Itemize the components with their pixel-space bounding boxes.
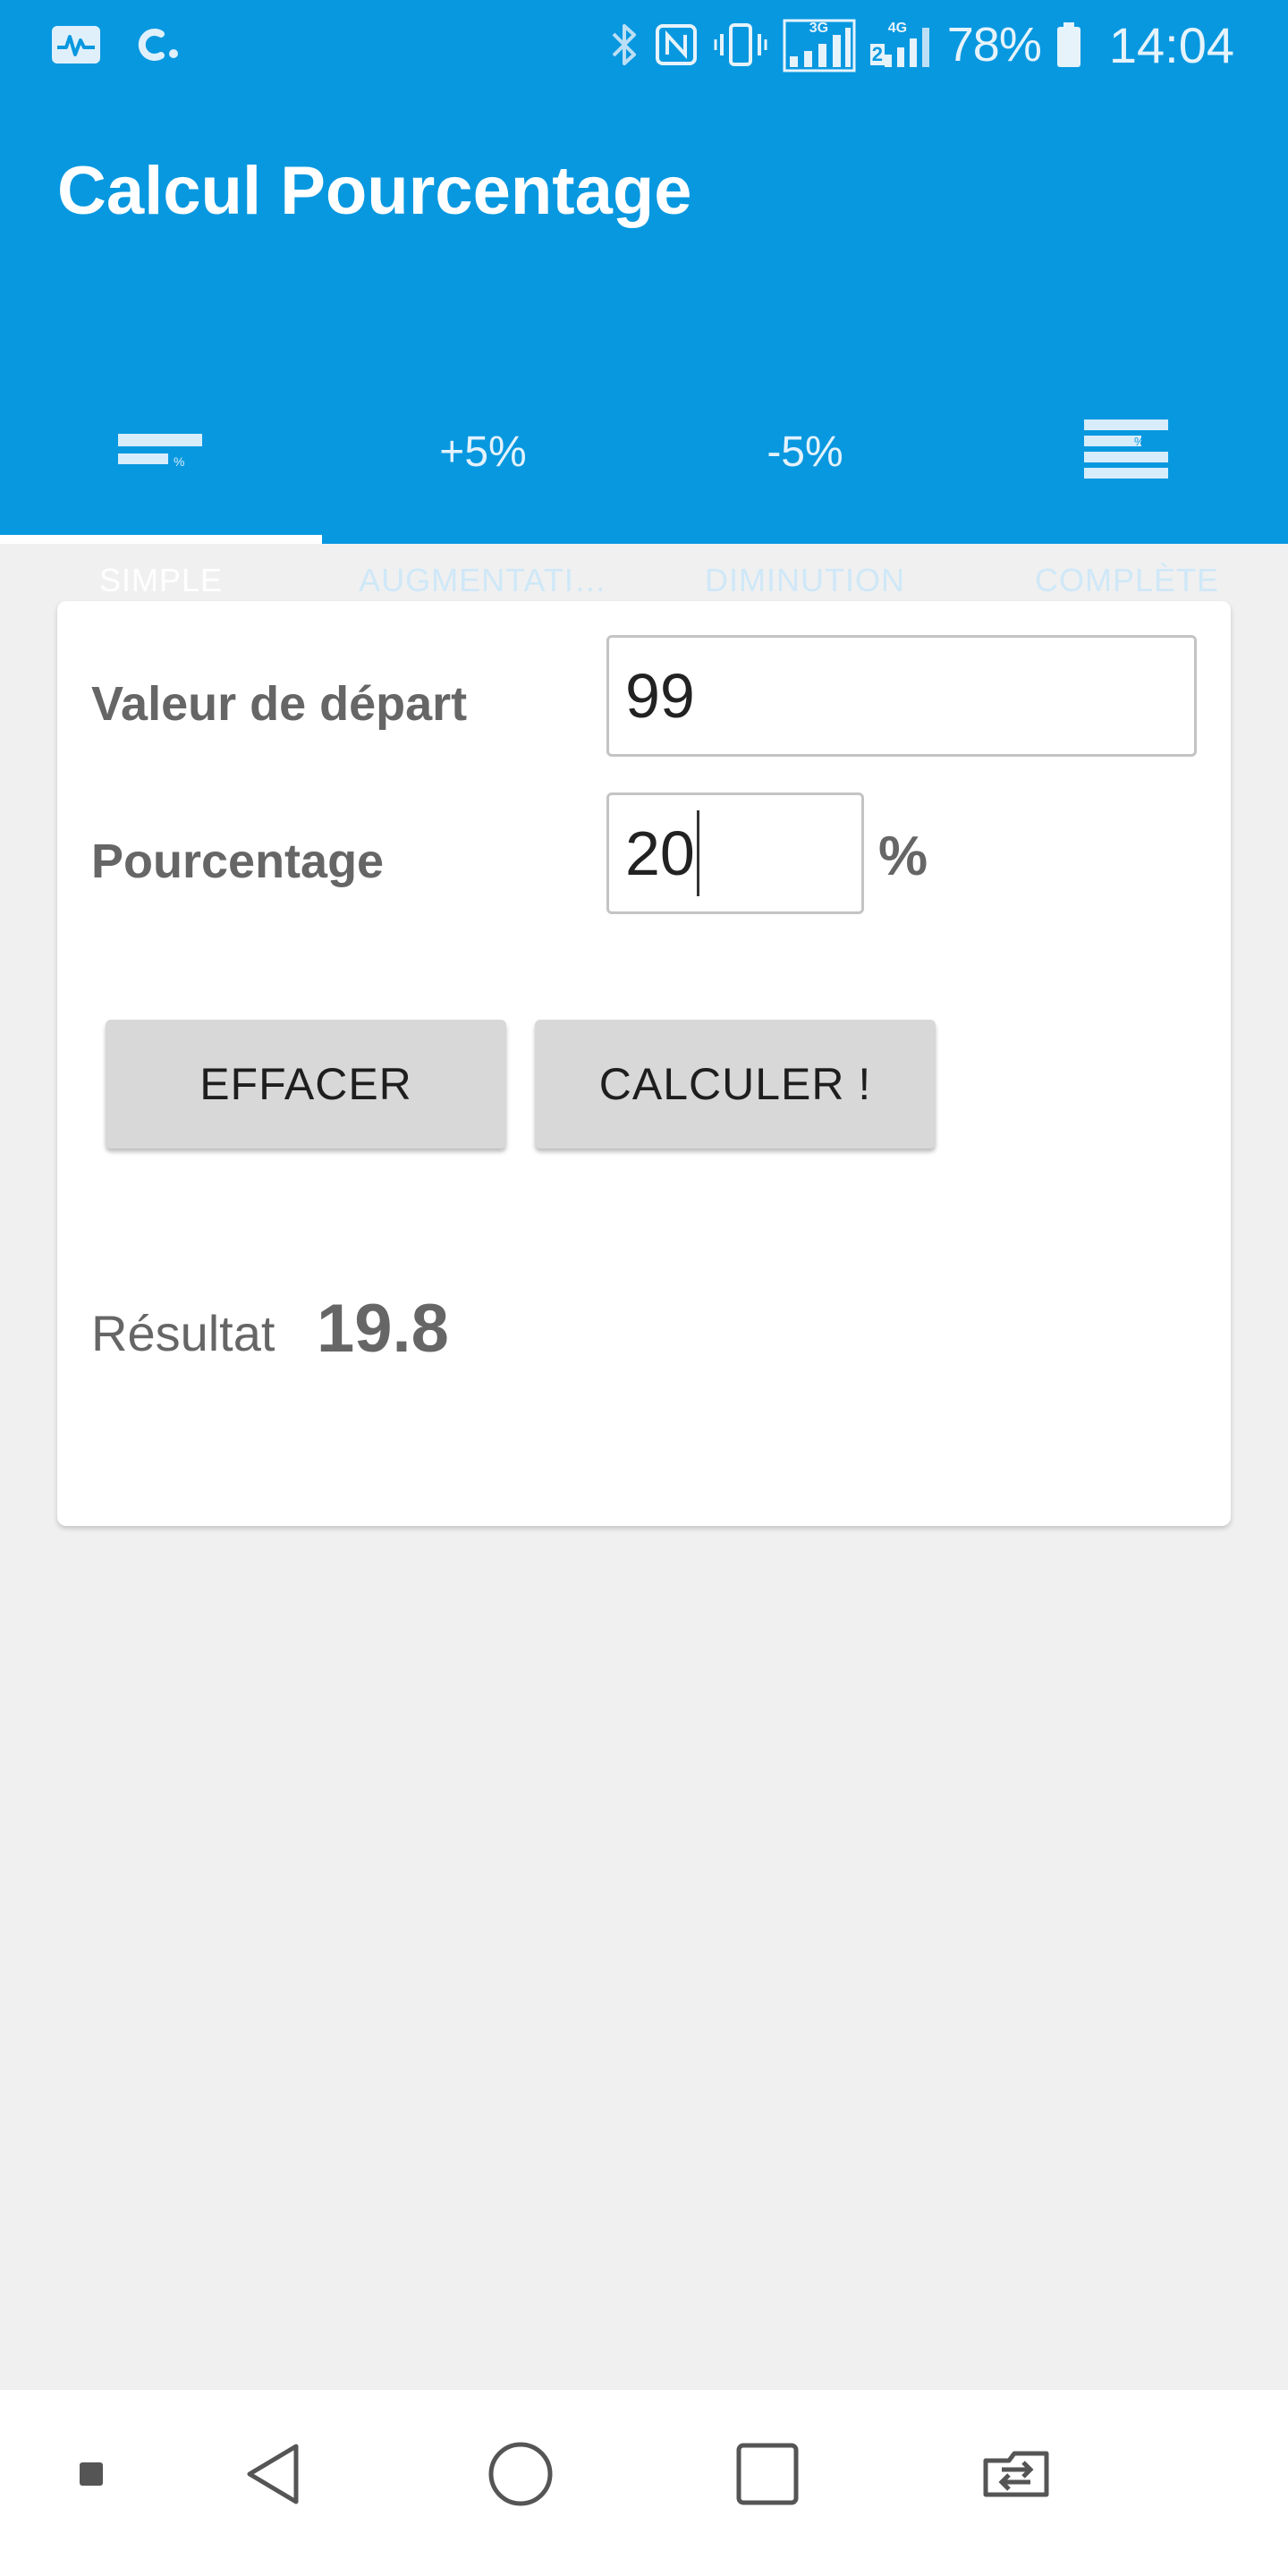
tab-label-augmentation: AUGMENTATI… [359,562,607,598]
clock: 14:04 [1108,16,1234,73]
clear-button[interactable]: EFFACER [106,1020,506,1148]
tab-label-diminution: DIMINUTION [705,562,905,598]
percent-sign: % [878,826,928,887]
plus-five-percent-icon: +5% [439,428,527,476]
text-caret [696,810,699,896]
signal-4g-icon: 4G 2 [869,17,933,72]
result-value: 19.8 [317,1291,449,1367]
switch-sim-icon[interactable] [975,2433,1057,2515]
network-3g-label: 3G [809,21,829,36]
recents-icon[interactable] [728,2433,807,2515]
calculate-button[interactable]: CALCULER ! [535,1020,936,1148]
network-4g-label: 4G [887,21,908,36]
percentage-input[interactable]: 20 [606,792,864,914]
vibrate-icon [713,21,768,68]
result-label: Résultat [91,1305,275,1361]
tab-label-complete: COMPLÈTE [1034,562,1220,598]
screen: 3G 4G 2 78% 14:04 Calcul Pourcentage % S… [0,0,1288,2576]
c-app-icon [134,25,184,64]
nfc-icon [654,22,699,67]
tab-bar: % SIMPLE +5% AUGMENTATI… -5% DIMINUTION [0,322,1288,599]
navigation-bar [0,2390,1288,2576]
bluetooth-icon [609,21,640,69]
start-value-input[interactable]: 99 [606,635,1197,757]
signal-3g-icon: 3G [783,17,856,72]
battery-percent: 78% [946,18,1042,72]
sim2-label: 2 [869,43,886,65]
back-icon[interactable] [234,2433,313,2515]
percentage-label: Pourcentage [91,835,385,888]
app-title: Calcul Pourcentage [57,153,692,229]
status-bar: 3G 4G 2 78% 14:04 [0,0,1288,89]
app-bar: Calcul Pourcentage % SIMPLE +5% AUGMENTA… [0,89,1288,599]
minus-five-percent-icon: -5% [767,428,843,476]
notification-dot-icon[interactable] [72,2454,111,2494]
active-tab-indicator [0,535,322,544]
battery-icon [1055,21,1082,69]
simple-bar-icon: % [118,430,204,474]
tab-label-simple: SIMPLE [98,562,224,598]
svg-text:%: % [1134,435,1145,448]
tab-diminution[interactable]: -5% DIMINUTION [644,322,966,599]
percentage-text: 20 [625,818,695,888]
tab-augmentation[interactable]: +5% AUGMENTATI… [322,322,644,599]
complete-bars-icon: % [1084,418,1170,487]
home-icon[interactable] [481,2433,560,2515]
calculator-card: Valeur de départ 99 Pourcentage 20 % EFF… [57,601,1231,1526]
start-value-label: Valeur de départ [91,677,468,731]
tab-simple[interactable]: % SIMPLE [0,322,322,598]
activity-icon [50,24,102,65]
start-value-text: 99 [625,661,695,731]
tab-complete[interactable]: % COMPLÈTE [966,322,1288,598]
svg-text:%: % [174,454,184,469]
